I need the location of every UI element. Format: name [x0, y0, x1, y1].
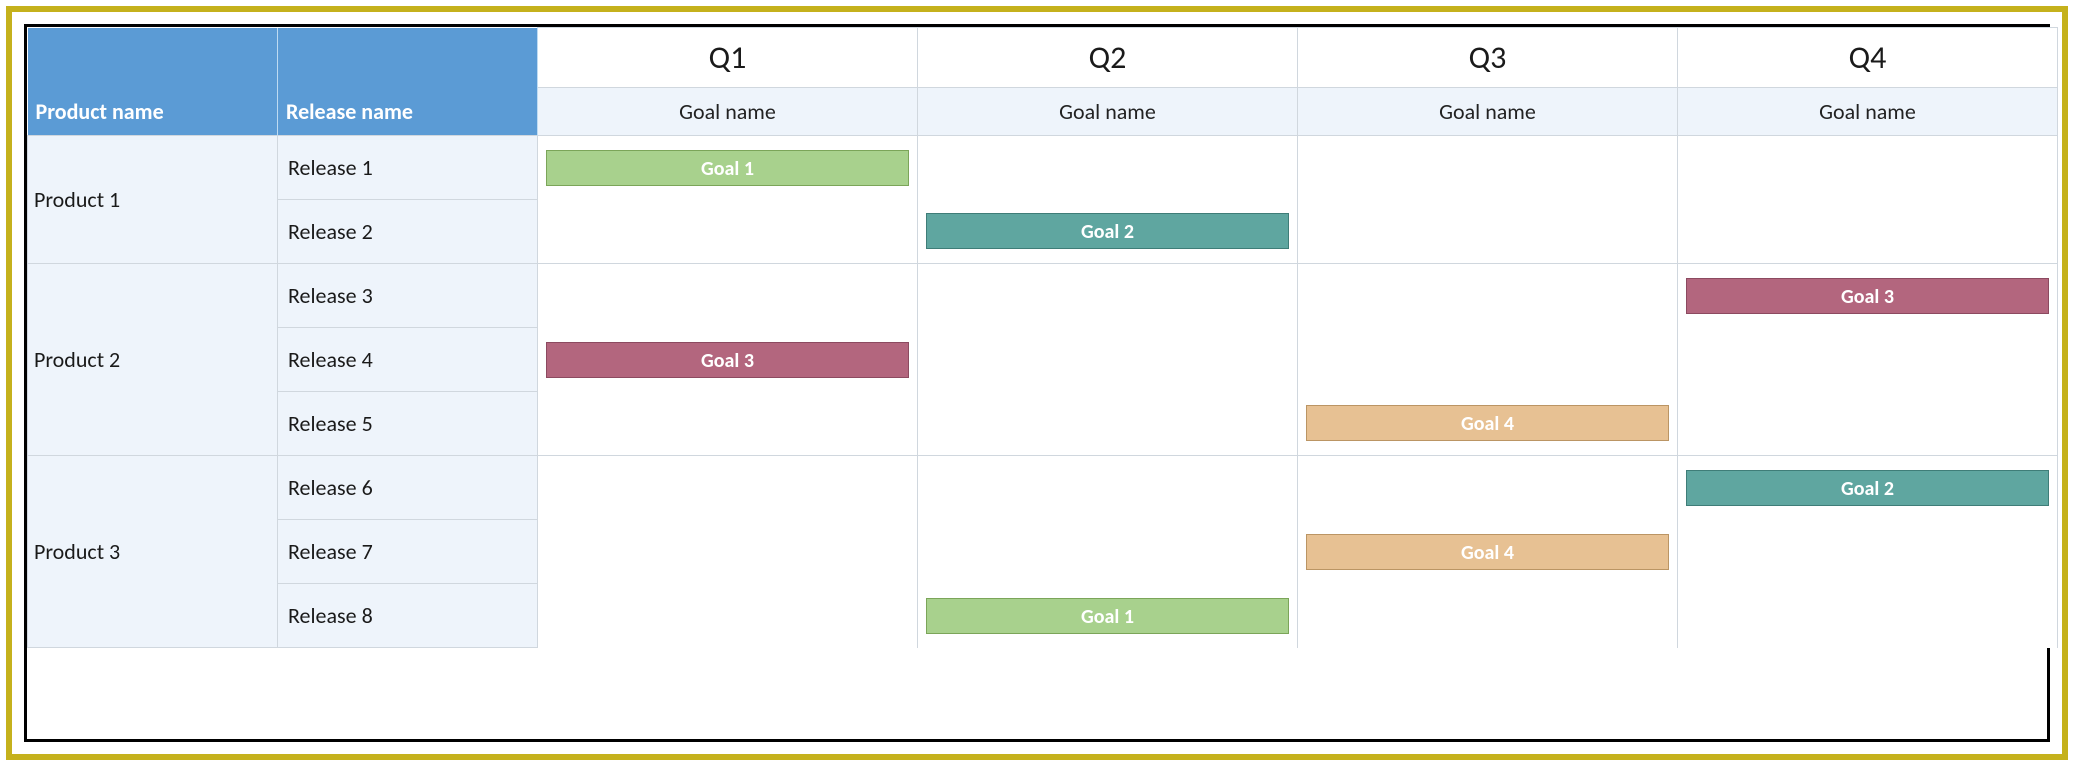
goal-cell-q1: Goal 1	[538, 136, 918, 200]
inner-frame: Product name Release name Q1 Q2 Q3 Q4 Go…	[24, 24, 2050, 742]
goal-cell-q4	[1678, 392, 2058, 456]
goal-cell-q1	[538, 520, 918, 584]
table-row: Product 3 Release 6 Goal 2	[28, 456, 2058, 520]
product-cell: Product 3	[28, 456, 278, 648]
goal-cell-q4	[1678, 520, 2058, 584]
goal-cell-q4	[1678, 136, 2058, 200]
goal-cell-q2	[918, 264, 1298, 328]
goal-cell-q2	[918, 328, 1298, 392]
goal-cell-q1	[538, 264, 918, 328]
goal-cell-q3: Goal 4	[1298, 520, 1678, 584]
product-cell: Product 2	[28, 264, 278, 456]
goal-cell-q3	[1298, 200, 1678, 264]
goal-bar: Goal 2	[1686, 470, 2049, 506]
goal-bar: Goal 1	[546, 150, 909, 186]
goal-cell-q1: Goal 3	[538, 328, 918, 392]
table-row: Release 2 Goal 2	[28, 200, 2058, 264]
goal-cell-q4	[1678, 328, 2058, 392]
q4-subheader: Goal name	[1678, 88, 2058, 136]
goal-cell-q4: Goal 3	[1678, 264, 2058, 328]
roadmap-body: Product 1 Release 1 Goal 1 Release 2 Goa…	[28, 136, 2058, 648]
goal-cell-q2: Goal 1	[918, 584, 1298, 648]
goal-cell-q4	[1678, 584, 2058, 648]
table-row: Release 5 Goal 4	[28, 392, 2058, 456]
goal-cell-q3	[1298, 328, 1678, 392]
release-cell: Release 8	[278, 584, 538, 648]
goal-cell-q3	[1298, 456, 1678, 520]
goal-cell-q3: Goal 4	[1298, 392, 1678, 456]
goal-cell-q2	[918, 456, 1298, 520]
release-cell: Release 1	[278, 136, 538, 200]
release-cell: Release 3	[278, 264, 538, 328]
goal-bar: Goal 4	[1306, 534, 1669, 570]
goal-cell-q3	[1298, 136, 1678, 200]
quarter-header-row: Product name Release name Q1 Q2 Q3 Q4	[28, 28, 2058, 88]
goal-bar: Goal 3	[1686, 278, 2049, 314]
table-row: Product 2 Release 3 Goal 3	[28, 264, 2058, 328]
goal-cell-q1	[538, 456, 918, 520]
q4-header: Q4	[1678, 28, 2058, 88]
q3-header: Q3	[1298, 28, 1678, 88]
q1-subheader: Goal name	[538, 88, 918, 136]
goal-cell-q2	[918, 136, 1298, 200]
release-cell: Release 6	[278, 456, 538, 520]
q2-subheader: Goal name	[918, 88, 1298, 136]
goal-cell-q4: Goal 2	[1678, 456, 2058, 520]
goal-cell-q3	[1298, 264, 1678, 328]
release-cell: Release 5	[278, 392, 538, 456]
product-name-header: Product name	[28, 28, 278, 136]
goal-bar: Goal 1	[926, 598, 1289, 634]
goal-bar: Goal 3	[546, 342, 909, 378]
roadmap-table: Product name Release name Q1 Q2 Q3 Q4 Go…	[27, 27, 2058, 648]
goal-cell-q1	[538, 200, 918, 264]
goal-bar: Goal 4	[1306, 405, 1669, 441]
table-row: Product 1 Release 1 Goal 1	[28, 136, 2058, 200]
release-cell: Release 4	[278, 328, 538, 392]
goal-cell-q2	[918, 392, 1298, 456]
q2-header: Q2	[918, 28, 1298, 88]
goal-bar: Goal 2	[926, 213, 1289, 249]
goal-cell-q3	[1298, 584, 1678, 648]
release-cell: Release 2	[278, 200, 538, 264]
outer-frame: Product name Release name Q1 Q2 Q3 Q4 Go…	[6, 6, 2068, 760]
goal-cell-q4	[1678, 200, 2058, 264]
goal-cell-q1	[538, 584, 918, 648]
table-row: Release 7 Goal 4	[28, 520, 2058, 584]
table-row: Release 8 Goal 1	[28, 584, 2058, 648]
table-row: Release 4 Goal 3	[28, 328, 2058, 392]
goal-cell-q1	[538, 392, 918, 456]
q1-header: Q1	[538, 28, 918, 88]
release-name-header: Release name	[278, 28, 538, 136]
product-cell: Product 1	[28, 136, 278, 264]
release-cell: Release 7	[278, 520, 538, 584]
goal-cell-q2	[918, 520, 1298, 584]
q3-subheader: Goal name	[1298, 88, 1678, 136]
goal-cell-q2: Goal 2	[918, 200, 1298, 264]
